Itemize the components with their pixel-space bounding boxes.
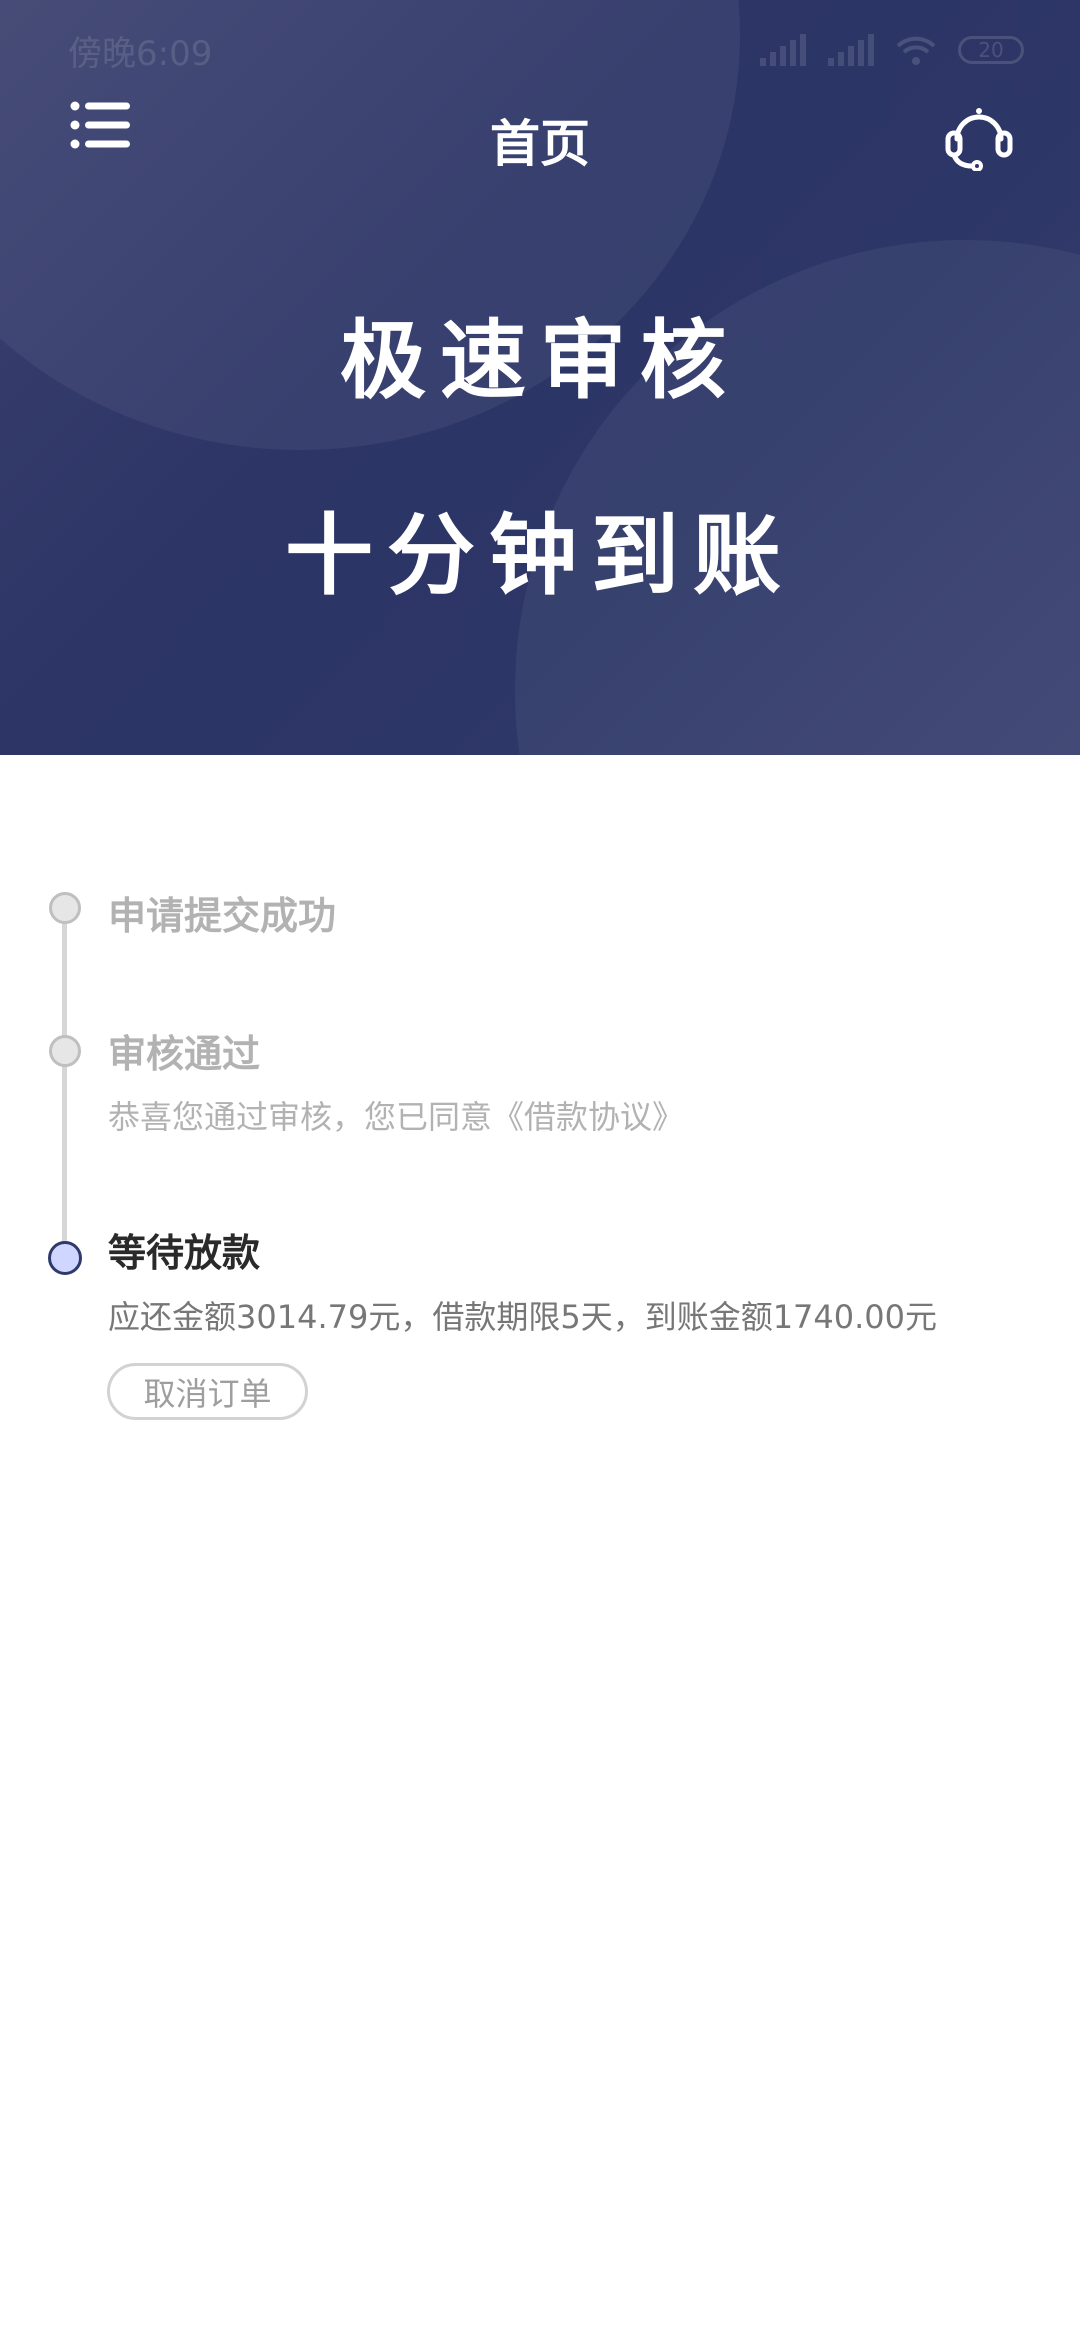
slogan-line-1: 极速审核	[340, 311, 740, 411]
step-title: 审核通过	[108, 1032, 261, 1076]
status-time: 傍晚6:09	[68, 34, 213, 74]
timeline-connector	[62, 910, 67, 1255]
battery-icon: 20	[958, 36, 1024, 64]
slogan-line-2: 十分钟到账	[284, 504, 795, 607]
signal-icon	[760, 34, 806, 66]
step-desc: 应还金额3014.79元，借款期限5天，到账金额1740.00元	[108, 1298, 938, 1336]
step-title: 等待放款	[108, 1231, 261, 1275]
step-node-active	[48, 1241, 82, 1275]
step-title: 申请提交成功	[108, 894, 337, 938]
header-banner: 傍晚6:09 20 首页 极速审核 十分钟到账	[0, 0, 1080, 755]
status-icons: 20	[760, 30, 1024, 70]
status-bar: 傍晚6:09 20	[0, 0, 1080, 100]
step-node-done	[49, 1035, 81, 1067]
wifi-icon	[896, 36, 936, 65]
step-desc: 恭喜您通过审核，您已同意《借款协议》	[108, 1098, 685, 1136]
page-title: 首页	[490, 115, 590, 173]
step-node-done	[49, 892, 81, 924]
cancel-order-button[interactable]: 取消订单	[107, 1363, 308, 1420]
signal-icon	[828, 34, 874, 66]
headset-customer-service-icon[interactable]	[944, 103, 1014, 171]
